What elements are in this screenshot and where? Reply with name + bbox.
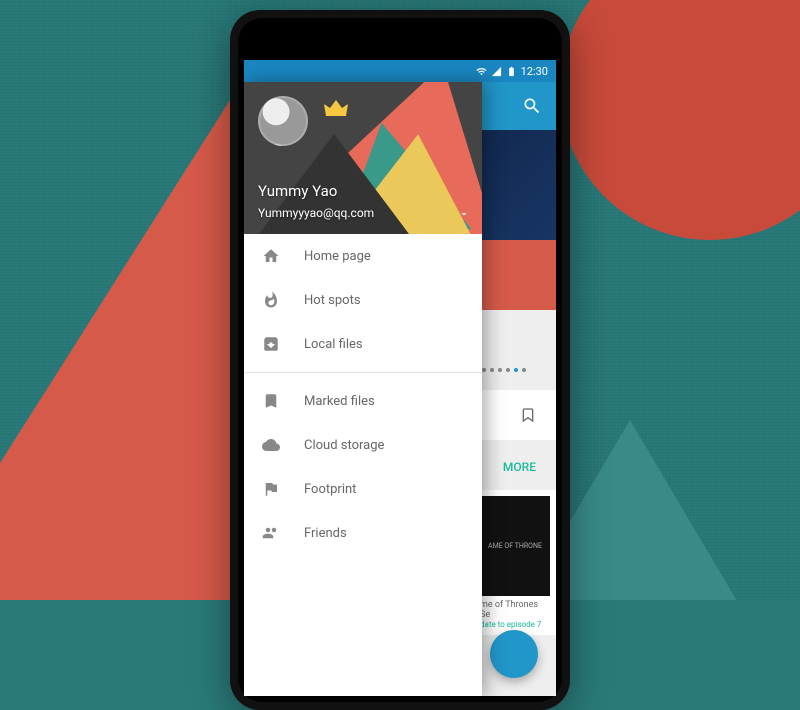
nav-label: Marked files [304,394,375,409]
nav-local-files[interactable]: Local files [244,322,482,366]
navigation-drawer: Yummy Yao Yummyyyao@qq.com Home page Hot… [244,82,482,696]
archive-icon [262,335,280,353]
card-subtitle: date to episode 7 [480,620,550,629]
featured-card[interactable] [474,390,556,440]
carousel-dots[interactable] [482,368,526,372]
battery-icon [506,66,517,77]
nav-hotspots[interactable]: Hot spots [244,278,482,322]
thumbnail: AME OF THRONE [480,496,550,596]
drawer-header[interactable]: Yummy Yao Yummyyyao@qq.com [244,82,482,234]
nav-label: Friends [304,526,347,541]
status-bar: 12:30 [244,60,556,82]
nav-label: Hot spots [304,293,361,308]
phone-frame: 12:30 MORE AME OF THRONE me of Thrones S… [230,10,570,710]
nav-label: Home page [304,249,371,264]
crown-icon [324,100,348,120]
wifi-icon [476,66,487,77]
nav-label: Cloud storage [304,438,384,453]
nav-home[interactable]: Home page [244,234,482,278]
bookmark-icon [262,392,280,410]
search-icon[interactable] [522,96,542,116]
nav-cloud-storage[interactable]: Cloud storage [244,423,482,467]
flag-icon [262,480,280,498]
more-link[interactable]: MORE [503,460,536,474]
nav-footprint[interactable]: Footprint [244,467,482,511]
fab-button[interactable] [490,630,538,678]
divider [244,372,482,373]
user-email: Yummyyyao@qq.com [258,206,374,220]
avatar[interactable] [258,96,308,146]
home-icon [262,247,280,265]
nav-friends[interactable]: Friends [244,511,482,555]
nav-label: Footprint [304,482,356,497]
list-card[interactable]: AME OF THRONE me of Thrones Se date to e… [474,490,556,635]
cloud-icon [262,436,280,454]
bookmark-outline-icon[interactable] [520,407,536,423]
people-icon [262,524,280,542]
nav-label: Local files [304,337,363,352]
nav-marked-files[interactable]: Marked files [244,379,482,423]
dropdown-icon[interactable] [458,208,470,220]
user-name: Yummy Yao [258,182,337,200]
fire-icon [262,291,280,309]
signal-icon [491,66,502,77]
status-time: 12:30 [521,65,548,78]
card-title: me of Thrones Se [480,600,550,620]
